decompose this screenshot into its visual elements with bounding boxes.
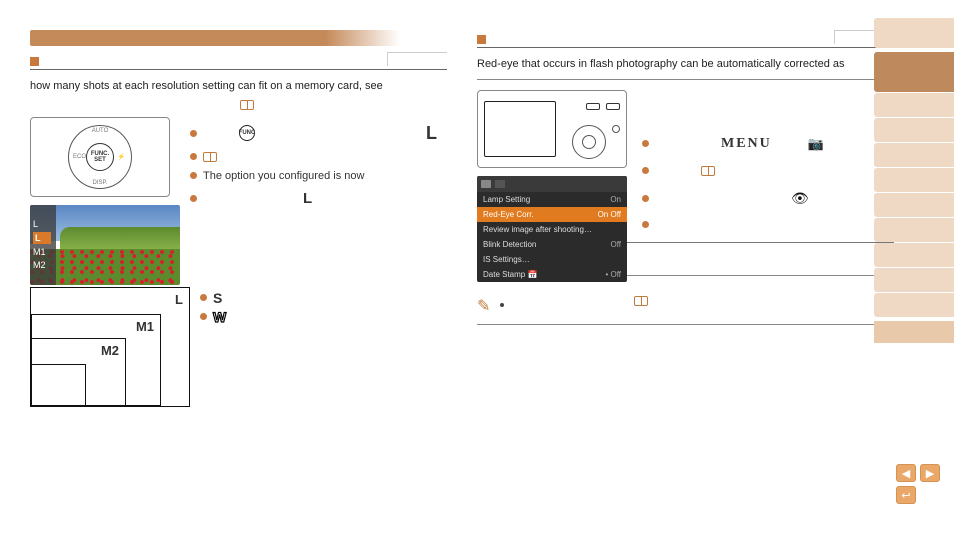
- dial-label-left: ECO: [73, 154, 86, 160]
- return-button[interactable]: ↩: [896, 486, 916, 504]
- thumb-size-l-dim: L: [33, 219, 56, 229]
- book-ref-icon: [240, 100, 254, 110]
- step-bullet: [190, 152, 447, 162]
- bullet-dot-icon: [642, 140, 649, 147]
- bullet-dot-icon: [642, 167, 649, 174]
- bullet-dot-icon: [190, 130, 197, 137]
- resolution-letter: L: [303, 190, 312, 207]
- size-letter-s: S: [213, 290, 222, 306]
- side-tab[interactable]: [874, 168, 954, 192]
- size-bullet: S: [200, 290, 226, 306]
- chapter-side-tabs: [874, 18, 954, 343]
- size-bullet: W: [200, 309, 226, 325]
- book-ref-icon: [634, 296, 648, 306]
- book-ref-icon: [701, 166, 715, 176]
- step-bullet: FUNC L: [190, 123, 447, 144]
- dial-label-bottom: DISP.: [93, 180, 108, 186]
- step-bullet: The option you configured is now: [190, 170, 447, 182]
- square-bullet-icon: [477, 35, 486, 44]
- menu-row: Lamp SettingOn: [477, 192, 627, 207]
- side-tab-active[interactable]: [874, 52, 954, 92]
- resolution-letter: L: [426, 123, 437, 144]
- side-tab[interactable]: [874, 193, 954, 217]
- chevron-left-icon: ◀: [902, 467, 910, 480]
- side-tab[interactable]: [874, 268, 954, 292]
- side-tab[interactable]: [874, 321, 954, 343]
- menu-row: Blink DetectionOff: [477, 237, 627, 252]
- camera-icon: 📷: [808, 136, 824, 152]
- redeye-paragraph: Red-eye that occurs in flash photography…: [477, 56, 894, 73]
- still-movie-indicator: [387, 52, 447, 66]
- dial-label-right: ⚡: [118, 153, 125, 160]
- size-label-l: L: [175, 292, 183, 307]
- subsection-row: [477, 30, 894, 48]
- bullet-dot-icon: [190, 195, 197, 202]
- tab-setup-icon: [495, 180, 505, 188]
- sample-image-thumb: L L M1 M2: [30, 205, 180, 285]
- menu-row-highlight: Red-Eye Corr.On Off: [477, 207, 627, 222]
- bullet-dot-icon: [200, 294, 207, 301]
- thumb-size-m2: M2: [33, 260, 56, 270]
- tip-note: ✎: [477, 290, 894, 316]
- side-tab[interactable]: [874, 218, 954, 242]
- prev-page-button[interactable]: ◀: [896, 464, 916, 482]
- step-text: The option you configured is now: [203, 170, 364, 182]
- bullet-dot-icon: [190, 153, 197, 160]
- side-tab[interactable]: [874, 293, 954, 317]
- next-page-button[interactable]: ▶: [920, 464, 940, 482]
- bullet-dot-icon: [190, 172, 197, 179]
- step-bullet: L: [190, 190, 447, 207]
- paper-size-diagram: L M1 M2: [30, 287, 190, 407]
- bullet-dot-icon: [642, 195, 649, 202]
- bullet-dot-icon: [642, 221, 649, 228]
- chevron-right-icon: ▶: [926, 467, 934, 480]
- thumb-size-l: L: [33, 232, 51, 244]
- size-label-m2: M2: [101, 343, 119, 358]
- step-bullet: [642, 221, 894, 228]
- camera-menu-screenshot: Lamp SettingOn Red-Eye Corr.On Off Revie…: [477, 176, 627, 282]
- redeye-icon: 👁: [791, 190, 809, 207]
- return-icon: ↩: [901, 489, 910, 502]
- dial-center: FUNC. SET: [86, 143, 114, 171]
- menu-row: Review image after shooting…: [477, 222, 627, 237]
- note-bullet-icon: [500, 303, 504, 307]
- side-tab[interactable]: [874, 143, 954, 167]
- menu-row: Date Stamp 📅• Off: [477, 267, 627, 282]
- camera-dial-illustration: AUTO ECO ⚡ DISP. FUNC. SET: [30, 117, 170, 197]
- side-tab[interactable]: [874, 18, 954, 48]
- subsection-row: [30, 52, 447, 70]
- step-bullet: [642, 166, 894, 176]
- dial-label-top: AUTO: [92, 128, 109, 134]
- step-bullet: 👁: [642, 190, 894, 207]
- func-set-inline-icon: FUNC: [239, 125, 255, 141]
- side-tab[interactable]: [874, 118, 954, 142]
- size-letter-w: W: [213, 309, 226, 325]
- camera-back-illustration: [477, 90, 627, 168]
- section-heading-bar: [30, 30, 400, 46]
- book-ref-icon: [203, 152, 217, 162]
- intro-paragraph: how many shots at each resolution settin…: [30, 78, 447, 95]
- size-label-m1: M1: [136, 319, 154, 334]
- pencil-icon: ✎: [477, 296, 490, 316]
- menu-button-label: MENU: [721, 136, 772, 152]
- thumb-size-m1: M1: [33, 247, 56, 257]
- left-column: how many shots at each resolution settin…: [30, 30, 447, 407]
- right-column: Red-eye that occurs in flash photography…: [477, 30, 894, 407]
- tab-shoot-icon: [481, 180, 491, 188]
- square-bullet-icon: [30, 57, 39, 66]
- bullet-dot-icon: [200, 313, 207, 320]
- side-tab[interactable]: [874, 93, 954, 117]
- step-bullet: MENU 📷: [642, 136, 894, 152]
- menu-row: IS Settings…: [477, 252, 627, 267]
- side-tab[interactable]: [874, 243, 954, 267]
